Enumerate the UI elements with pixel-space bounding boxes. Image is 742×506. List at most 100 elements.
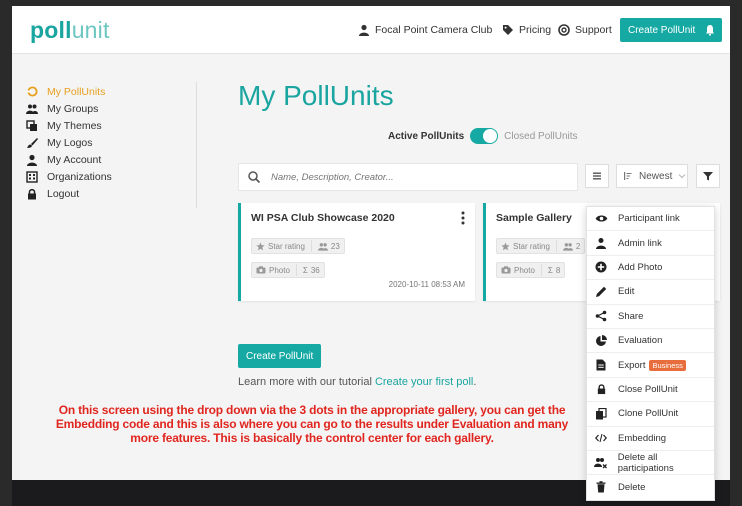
- participants-count: 23: [330, 241, 340, 251]
- sort-icon: [624, 172, 632, 180]
- item-count: 8: [555, 265, 561, 275]
- user-icon: [359, 24, 369, 36]
- menu-item-delete-all-participations[interactable]: Delete all participations: [587, 451, 714, 476]
- learn-more-prefix: Learn more with our tutorial: [238, 376, 375, 388]
- chip-separator: [310, 240, 312, 252]
- business-badge: Business: [649, 359, 686, 371]
- sigma-icon: Σ: [302, 265, 308, 275]
- sidebar-item-logout[interactable]: Logout: [26, 185, 112, 202]
- eye-icon: [594, 212, 608, 226]
- menu-item-add-photo[interactable]: Add Photo: [587, 256, 714, 281]
- menu-item-label: Evaluation: [618, 335, 663, 347]
- pollunit-card[interactable]: WI PSA Club Showcase 2020 Star rating 23…: [238, 203, 475, 301]
- menu-item-delete[interactable]: Delete: [587, 475, 714, 499]
- menu-item-participant-link[interactable]: Participant link: [587, 207, 714, 232]
- sidebar-item-label: My Groups: [47, 102, 99, 115]
- rating-chip-label: Star rating: [268, 241, 305, 251]
- menu-item-label: Clone PollUnit: [618, 408, 679, 420]
- active-closed-toggle-row: Active PollUnits Closed PollUnits: [388, 128, 578, 144]
- tag-icon: [503, 25, 513, 35]
- toggle-knob: [483, 129, 498, 143]
- menu-item-embedding[interactable]: Embedding: [587, 427, 714, 451]
- support-link[interactable]: Support: [558, 24, 612, 36]
- lock-icon: [26, 188, 38, 200]
- card-date: 2020-10-11 08:53 AM: [388, 280, 465, 289]
- menu-item-label: Admin link: [618, 237, 662, 249]
- user-icon: [26, 154, 38, 166]
- file-icon: [594, 358, 608, 372]
- sidebar-item-label: My Account: [47, 153, 102, 166]
- theme-icon: [26, 119, 38, 132]
- sidebar-item-organizations[interactable]: Organizations: [26, 168, 112, 185]
- toggle-closed-label[interactable]: Closed PollUnits: [504, 131, 577, 142]
- support-label: Support: [575, 24, 612, 36]
- card-options-menu: Participant link Admin link Add Photo Ed…: [586, 206, 715, 501]
- sidebar-item-my-account[interactable]: My Account: [26, 151, 112, 168]
- poll-icon: [26, 86, 38, 98]
- menu-item-edit[interactable]: Edit: [587, 280, 714, 305]
- sidebar: My PollUnits My Groups My Themes My Logo…: [26, 83, 112, 202]
- search-box: [238, 163, 578, 191]
- sidebar-item-my-pollunits[interactable]: My PollUnits: [26, 83, 112, 100]
- filter-button[interactable]: [696, 164, 720, 188]
- type-chip-label: Photo: [269, 265, 290, 275]
- sigma-icon: Σ: [547, 265, 553, 275]
- camera-icon: [256, 266, 266, 274]
- sidebar-item-my-groups[interactable]: My Groups: [26, 100, 112, 117]
- search-input[interactable]: [271, 171, 571, 183]
- card-title: WI PSA Club Showcase 2020: [251, 212, 395, 224]
- sidebar-divider: [196, 82, 197, 208]
- card-title: Sample Gallery: [496, 212, 572, 224]
- item-count: 36: [310, 265, 320, 275]
- create-pollunit-button[interactable]: Create PollUnit: [238, 344, 322, 368]
- sidebar-item-label: My Themes: [47, 119, 102, 132]
- code-icon: [594, 431, 608, 445]
- logo[interactable]: pollunit: [30, 17, 110, 44]
- active-closed-toggle[interactable]: [470, 128, 499, 144]
- create-pollunit-top-button[interactable]: Create PollUnit: [620, 18, 704, 42]
- list-view-button[interactable]: [585, 164, 609, 188]
- sidebar-item-my-themes[interactable]: My Themes: [26, 117, 112, 134]
- search-icon: [248, 171, 261, 184]
- filter-icon: [703, 172, 713, 181]
- create-first-poll-link[interactable]: Create your first poll: [375, 376, 473, 388]
- sidebar-item-label: Logout: [47, 187, 80, 200]
- menu-item-clone-pollunit[interactable]: Clone PollUnit: [587, 402, 714, 427]
- sidebar-item-label: Organizations: [47, 170, 112, 183]
- rating-chip: Star rating 2: [496, 238, 586, 254]
- menu-item-admin-link[interactable]: Admin link: [587, 231, 714, 256]
- menu-item-share[interactable]: Share: [587, 305, 714, 329]
- account-link[interactable]: Focal Point Camera Club: [358, 24, 492, 36]
- star-icon: [501, 241, 510, 250]
- menu-item-label: Share: [618, 310, 644, 322]
- menu-item-export[interactable]: Export Business: [587, 353, 714, 378]
- camera-icon: [501, 266, 511, 274]
- toggle-active-label[interactable]: Active PollUnits: [388, 131, 464, 142]
- pie-chart-icon: [594, 334, 608, 348]
- more-options-icon[interactable]: [461, 211, 465, 225]
- sort-select[interactable]: Newest: [616, 164, 688, 188]
- notifications-button[interactable]: [698, 18, 722, 42]
- group-icon: [26, 103, 38, 115]
- learn-more-text: Learn more with our tutorial Create your…: [238, 376, 476, 388]
- chip-separator: [295, 264, 297, 276]
- chip-separator: [555, 240, 557, 252]
- sidebar-item-my-logos[interactable]: My Logos: [26, 134, 112, 151]
- participants-icon: [562, 242, 573, 251]
- menu-item-label: Delete: [618, 481, 646, 493]
- pricing-link[interactable]: Pricing: [502, 24, 551, 36]
- menu-item-label: Close PollUnit: [618, 383, 678, 395]
- page-title: My PollUnits: [238, 80, 394, 111]
- menu-item-evaluation[interactable]: Evaluation: [587, 329, 714, 354]
- sidebar-item-label: My Logos: [47, 136, 93, 149]
- menu-item-label: Export: [618, 359, 646, 371]
- participants-icon: [317, 242, 328, 251]
- plus-circle-icon: [594, 260, 608, 274]
- list-icon: [593, 172, 601, 180]
- menu-item-close-pollunit[interactable]: Close PollUnit: [587, 378, 714, 403]
- sidebar-item-label: My PollUnits: [47, 85, 106, 98]
- lock-icon: [594, 382, 608, 396]
- logo-thin: unit: [71, 17, 110, 43]
- participants-count: 2: [575, 241, 581, 251]
- type-chip-label: Photo: [514, 265, 535, 275]
